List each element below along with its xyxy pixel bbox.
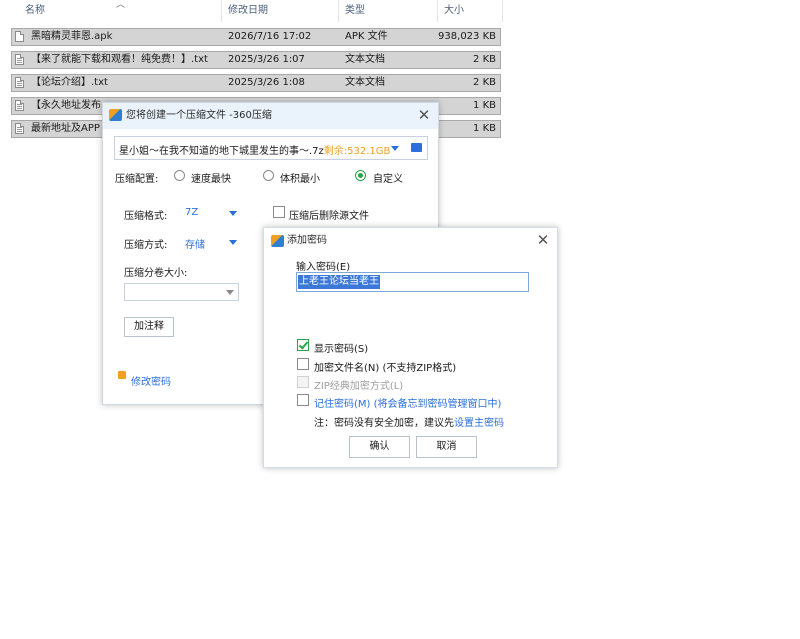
file-icon [15,31,24,42]
password-input-label: 输入密码(E) [296,262,351,273]
360zip-app-icon [109,109,122,121]
chevron-down-icon[interactable] [391,146,399,151]
filename-value[interactable]: 星小姐～在我不知道的地下城里发生的事～.7z [119,146,324,157]
chevron-down-icon[interactable] [229,211,237,216]
file-date: 2026/7/16 17:02 [228,31,312,42]
column-header-name[interactable]: 名称 [25,0,45,22]
file-name: 【论坛介绍】.txt [31,77,108,88]
file-size: 938,023 KB [438,31,496,42]
delete-source-checkbox[interactable] [273,206,285,218]
show-password-checkbox[interactable] [297,339,309,351]
delete-source-label[interactable]: 压缩后删除源文件 [289,207,369,222]
change-password-link[interactable]: 修改密码 [131,373,171,388]
security-note-text: 注：密码没有安全加密，建议先 [314,418,454,429]
text-file-icon [15,100,24,111]
file-size: 2 KB [473,54,496,65]
password-dialog-title: 添加密码 [287,235,327,246]
column-divider[interactable] [221,0,222,22]
option-speed-fastest[interactable]: 速度最快 [191,170,231,185]
free-space-label: 剩余:532.1GB [323,146,391,157]
file-size: 1 KB [473,123,496,134]
text-file-icon [15,123,24,134]
zip-classic-label: ZIP经典加密方式(L) [314,381,404,392]
radio-speed-fastest[interactable] [174,170,185,181]
filename-combo[interactable]: 星小姐～在我不知道的地下城里发生的事～.7z剩余:532.1GB [114,136,428,160]
compress-dialog-titlebar[interactable]: 您将创建一个压缩文件 -360压缩 ✕ [103,103,438,129]
compress-dialog-title: 您将创建一个压缩文件 -360压缩 [126,110,272,121]
security-note: 注：密码没有安全加密，建议先设置主密码 [314,414,504,429]
sort-ascending-icon: ︿ [116,0,126,10]
radio-custom[interactable] [355,170,366,181]
file-size: 2 KB [473,77,496,88]
format-label: 压缩格式: [124,211,168,222]
option-custom[interactable]: 自定义 [373,170,403,185]
volume-size-input[interactable] [124,283,239,301]
column-header-type[interactable]: 类型 [345,0,365,22]
file-type: APK 文件 [345,31,388,42]
encrypt-filenames-label[interactable]: 加密文件名(N) (不支持ZIP格式) [314,359,456,374]
password-input[interactable]: 上老王论坛当老王 [296,272,529,292]
file-name: 黑暗精灵菲恩.apk [31,31,113,42]
remember-password-label[interactable]: 记住密码(M) (将会备忘到密码管理窗口中) [314,395,501,410]
add-comment-button[interactable]: 加注释 [124,317,174,337]
column-divider[interactable] [502,0,503,22]
360zip-app-icon [271,235,284,247]
file-size: 1 KB [473,100,496,111]
show-password-label[interactable]: 显示密码(S) [314,340,368,355]
folder-icon[interactable] [411,143,422,152]
password-value[interactable]: 上老王论坛当老王 [298,275,380,289]
file-type: 文本文档 [345,77,385,88]
zip-classic-checkbox[interactable] [297,376,309,388]
text-file-icon [15,54,24,65]
method-label: 压缩方式: [124,240,168,251]
text-file-icon [15,77,24,88]
ok-button[interactable]: 确认 [349,436,410,458]
radio-size-smallest[interactable] [263,170,274,181]
chevron-down-icon[interactable] [229,240,237,245]
close-icon[interactable]: ✕ [414,105,434,125]
cancel-button[interactable]: 取消 [416,436,477,458]
option-size-smallest[interactable]: 体积最小 [280,170,320,185]
set-master-password-link[interactable]: 设置主密码 [454,418,504,429]
volume-size-label: 压缩分卷大小: [124,268,188,279]
password-dialog-titlebar[interactable]: 添加密码 ✕ [264,228,557,254]
chevron-down-icon[interactable] [226,290,234,295]
method-select[interactable]: 存储 [185,236,205,251]
file-name: 【来了就能下载和观看！纯免费！】.txt [31,54,208,65]
add-password-dialog: 添加密码 ✕ 输入密码(E) 上老王论坛当老王 显示密码(S) 加密文件名(N)… [263,227,558,468]
column-header-size[interactable]: 大小 [444,0,464,22]
column-divider[interactable] [437,0,438,22]
file-date: 2025/3/26 1:08 [228,77,305,88]
column-divider[interactable] [338,0,339,22]
lock-icon [118,371,126,379]
file-row[interactable]: 【论坛介绍】.txt 2025/3/26 1:08 文本文档 2 KB [11,74,501,92]
remember-password-checkbox[interactable] [297,394,309,406]
encrypt-filenames-checkbox[interactable] [297,358,309,370]
file-row[interactable]: 黑暗精灵菲恩.apk 2026/7/16 17:02 APK 文件 938,02… [11,28,501,46]
column-header-modified[interactable]: 修改日期 [228,0,268,22]
file-type: 文本文档 [345,54,385,65]
config-label: 压缩配置: [115,174,159,185]
file-date: 2025/3/26 1:07 [228,54,305,65]
close-icon[interactable]: ✕ [533,230,553,250]
format-select[interactable]: 7Z [185,207,198,218]
file-row[interactable]: 【来了就能下载和观看！纯免费！】.txt 2025/3/26 1:07 文本文档… [11,51,501,69]
